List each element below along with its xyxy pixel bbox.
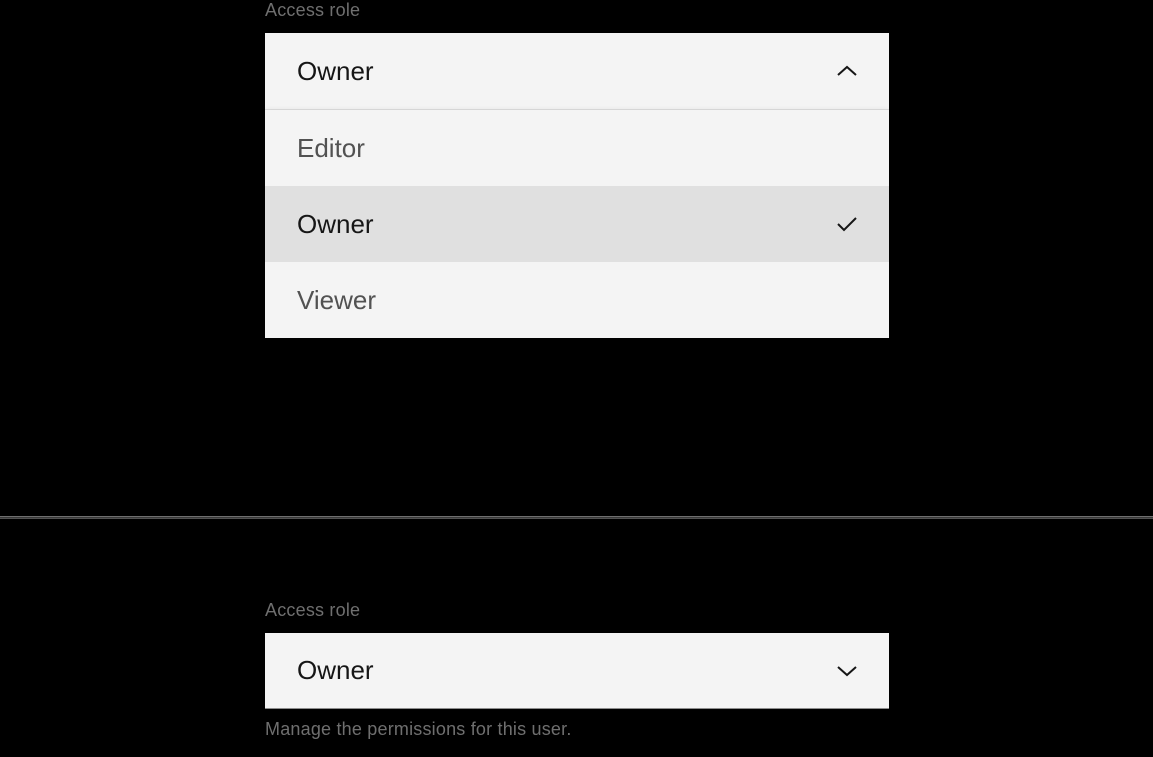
dropdown-option-label: Owner — [297, 209, 374, 240]
section-divider-line — [0, 518, 1153, 519]
dropdown-option-owner[interactable]: Owner — [265, 186, 889, 262]
dropdown-option-editor[interactable]: Editor — [265, 110, 889, 186]
closed-dropdown-section: Access role Owner Manage the permissions… — [265, 600, 889, 740]
dropdown-selected-value: Owner — [297, 655, 374, 686]
dropdown-options-list: Editor Owner Viewer — [265, 110, 889, 338]
helper-text: Manage the permissions for this user. — [265, 719, 889, 740]
chevron-up-icon — [835, 59, 859, 83]
dropdown-option-label: Editor — [297, 133, 365, 164]
dropdown-option-viewer[interactable]: Viewer — [265, 262, 889, 338]
dropdown-option-label: Viewer — [297, 285, 376, 316]
chevron-down-icon — [835, 659, 859, 683]
field-label: Access role — [265, 0, 889, 21]
dropdown-selected-value: Owner — [297, 56, 374, 87]
access-role-dropdown-trigger-closed[interactable]: Owner — [265, 633, 889, 709]
field-label: Access role — [265, 600, 889, 621]
check-icon — [835, 212, 859, 236]
access-role-dropdown-trigger-open[interactable]: Owner — [265, 33, 889, 109]
open-dropdown-section: Access role Owner Editor Owner Viewer — [265, 0, 889, 338]
